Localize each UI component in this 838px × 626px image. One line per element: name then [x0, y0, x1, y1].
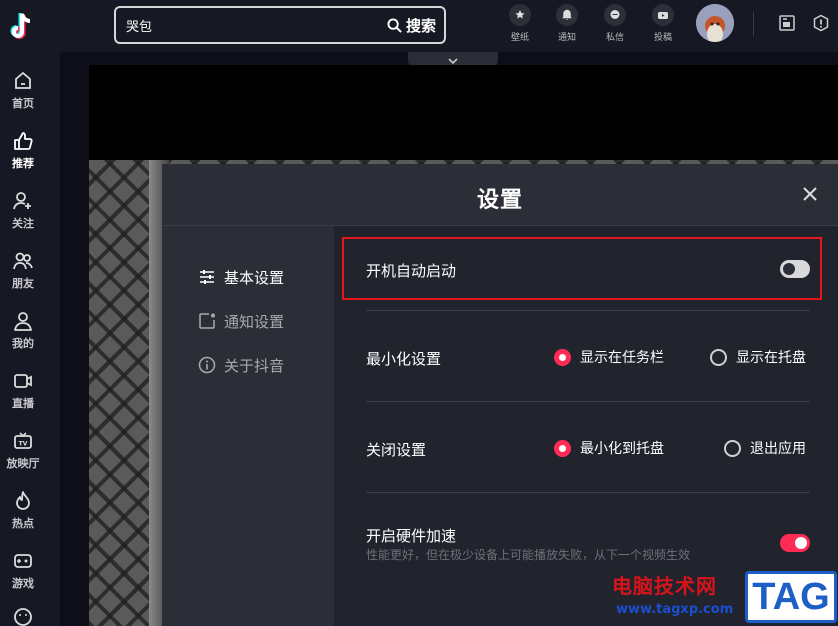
search-input[interactable] — [126, 15, 366, 35]
emoji-icon — [14, 608, 32, 626]
sidebar-item-cinema[interactable]: TV 放映厅 — [0, 430, 46, 471]
douyin-logo[interactable] — [8, 8, 40, 44]
minimize-option-taskbar[interactable]: 显示在任务栏 — [554, 347, 664, 367]
close-option-exit[interactable]: 退出应用 — [724, 438, 806, 458]
avatar-image — [696, 4, 734, 42]
sidebar-item-label: 关注 — [12, 217, 34, 230]
sidebar-item-follow[interactable]: 关注 — [0, 190, 46, 231]
topbar-wallpaper[interactable]: 壁纸 — [502, 4, 538, 43]
search-icon — [387, 17, 402, 33]
info-hex-icon[interactable] — [812, 14, 830, 32]
radio-dot — [554, 439, 571, 457]
sidebar-item-label: 游戏 — [12, 577, 34, 590]
sidebar-item-label: 推荐 — [12, 157, 34, 170]
annotation-highlight — [342, 237, 822, 300]
thumbs-up-icon — [14, 132, 33, 150]
sidebar-item-home[interactable]: 首页 — [0, 70, 46, 111]
close-setting-label: 关闭设置 — [366, 441, 427, 459]
topbar-messages[interactable]: 私信 — [597, 4, 633, 43]
search-button[interactable]: 搜索 — [387, 14, 436, 36]
settings-title: 设置 — [476, 188, 523, 213]
sidebar-item-recommend[interactable]: 推荐 — [0, 130, 46, 171]
sliders-icon — [200, 270, 214, 284]
sidebar-item-label: 放映厅 — [6, 457, 40, 470]
minimize-option-tray[interactable]: 显示在托盘 — [710, 347, 806, 367]
topbar-item-label: 投稿 — [653, 33, 672, 43]
menu-item-basic-settings[interactable]: 基本设置 — [198, 265, 284, 289]
hardware-accel-toggle[interactable] — [780, 534, 810, 552]
hardware-accel-label: 开启硬件加速 — [366, 527, 457, 545]
sidebar-item-friends[interactable]: 朋友 — [0, 250, 46, 291]
message-icon — [610, 10, 620, 19]
topbar-item-label: 私信 — [605, 33, 624, 43]
topbar-notifications[interactable]: 通知 — [549, 4, 585, 43]
row-divider — [366, 310, 810, 311]
menu-item-notification-settings[interactable]: 通知设置 — [198, 309, 284, 333]
watermark-url: www.tagxp.com — [616, 602, 734, 617]
sidebar: 首页 推荐 关注 朋友 我的 直播 TV 放映厅 热点 游戏 — [0, 0, 60, 626]
menu-item-about[interactable]: 关于抖音 — [198, 353, 284, 377]
sidebar-item-me[interactable]: 我的 — [0, 310, 46, 351]
friends-icon — [13, 252, 33, 270]
row-divider — [366, 492, 810, 493]
topbar-upload[interactable]: 投稿 — [645, 4, 681, 43]
home-icon — [15, 71, 31, 89]
menu-item-label: 通知设置 — [224, 312, 285, 331]
sidebar-item-label: 热点 — [12, 517, 34, 530]
notification-settings-icon — [199, 313, 215, 329]
settings-dialog: 设置 基本设置 通知设置 关于抖音 开机自动启动 最小化设置 显示在任务栏 显示… — [162, 164, 838, 626]
search-button-label: 搜索 — [405, 16, 436, 35]
chevron-down-icon — [448, 58, 458, 65]
info-icon — [198, 356, 216, 374]
watermark-title: 电脑技术网 — [612, 574, 717, 598]
screen-record-icon[interactable] — [778, 14, 796, 32]
watermark-tag: TAG — [745, 571, 837, 623]
user-icon — [14, 312, 32, 331]
radio-dot — [710, 348, 727, 366]
radio-dot — [724, 439, 741, 457]
topbar-divider — [753, 12, 754, 36]
svg-text:TV: TV — [19, 441, 28, 448]
flame-icon — [16, 491, 30, 510]
menu-item-label: 关于抖音 — [224, 356, 285, 375]
settings-header: 设置 — [162, 164, 838, 226]
sidebar-item-label: 朋友 — [12, 277, 34, 290]
sidebar-item-label: 我的 — [12, 337, 34, 350]
minimize-label: 最小化设置 — [366, 350, 442, 368]
upload-icon — [658, 12, 668, 19]
row-divider — [366, 401, 810, 402]
sidebar-item-more[interactable] — [0, 606, 46, 626]
close-icon[interactable] — [800, 184, 820, 204]
avatar[interactable] — [696, 4, 734, 42]
topbar-item-label: 壁纸 — [510, 33, 529, 43]
sidebar-item-games[interactable]: 游戏 — [0, 550, 46, 591]
follow-icon — [13, 192, 31, 210]
radio-label: 退出应用 — [750, 441, 806, 457]
sidebar-item-label: 首页 — [12, 97, 34, 110]
sidebar-item-live[interactable]: 直播 — [0, 370, 46, 411]
menu-item-label: 基本设置 — [224, 268, 285, 287]
top-bar: 搜索 壁纸 通知 私信 投稿 — [60, 0, 838, 52]
hardware-accel-description: 性能更好，但在极少设备上可能播放失败，从下一个视频生效 — [366, 548, 691, 562]
radio-dot — [554, 348, 571, 366]
radio-label: 显示在任务栏 — [580, 350, 664, 366]
sidebar-item-hot[interactable]: 热点 — [0, 490, 46, 531]
live-icon — [14, 374, 32, 388]
radio-label: 最小化到托盘 — [580, 441, 664, 457]
close-option-minimize[interactable]: 最小化到托盘 — [554, 438, 664, 458]
radio-label: 显示在托盘 — [736, 350, 806, 366]
topbar-item-label: 通知 — [557, 33, 576, 43]
bell-icon — [561, 9, 573, 20]
sidebar-item-label: 直播 — [12, 397, 34, 410]
wallpaper-icon — [515, 10, 525, 19]
gamepad-icon — [14, 554, 32, 568]
search-box: 搜索 — [114, 6, 446, 44]
watermark: 电脑技术网 www.tagxp.com TAG — [612, 570, 838, 626]
tv-icon: TV — [14, 432, 32, 449]
settings-menu: 基本设置 通知设置 关于抖音 — [162, 226, 334, 626]
toggle-knob — [795, 537, 807, 549]
